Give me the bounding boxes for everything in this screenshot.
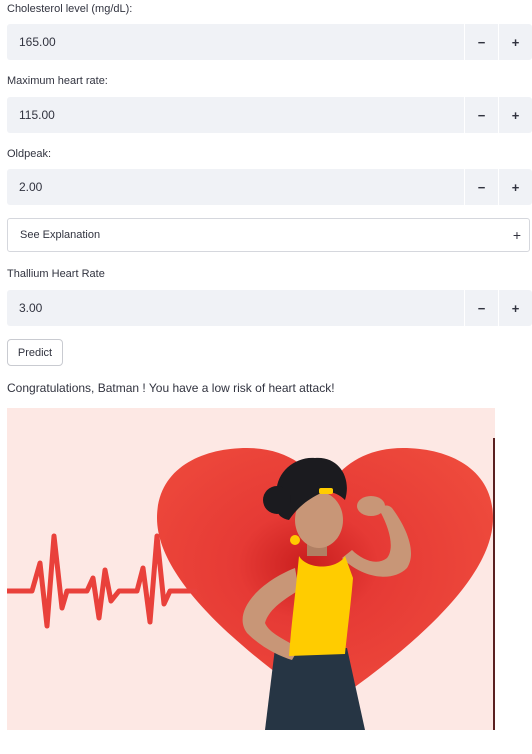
predict-button[interactable]: Predict — [7, 339, 63, 366]
thallium-decrement-button[interactable]: − — [464, 290, 498, 326]
cholesterol-label: Cholesterol level (mg/dL): — [7, 3, 133, 15]
oldpeak-label: Oldpeak: — [7, 148, 52, 160]
cholesterol-number-input: 165.00 − + — [7, 24, 532, 60]
oldpeak-number-input: 2.00 − + — [7, 169, 532, 205]
fist-shape — [357, 496, 385, 516]
expand-plus-icon: + — [512, 227, 521, 243]
cholesterol-increment-button[interactable]: + — [498, 24, 532, 60]
max-heart-rate-input[interactable]: 115.00 — [7, 97, 464, 133]
cholesterol-input[interactable]: 165.00 — [7, 24, 464, 60]
thallium-input[interactable]: 3.00 — [7, 290, 464, 326]
hair-bun-shape — [263, 486, 291, 514]
max-heart-rate-number-input: 115.00 − + — [7, 97, 532, 133]
max-heart-rate-label: Maximum heart rate: — [7, 75, 108, 87]
yellow-top-shape — [289, 556, 353, 656]
see-explanation-expander[interactable]: See Explanation + — [7, 218, 530, 252]
illustration-edge — [493, 438, 495, 730]
earring-shape — [290, 535, 300, 545]
heart-health-illustration — [7, 408, 495, 730]
thallium-label: Thallium Heart Rate — [7, 268, 105, 280]
thallium-number-input: 3.00 − + — [7, 290, 532, 326]
oldpeak-decrement-button[interactable]: − — [464, 169, 498, 205]
max-heart-rate-decrement-button[interactable]: − — [464, 97, 498, 133]
result-message: Congratulations, Batman ! You have a low… — [7, 381, 335, 395]
max-heart-rate-increment-button[interactable]: + — [498, 97, 532, 133]
expander-label: See Explanation — [20, 229, 101, 241]
headband-shape — [319, 488, 333, 494]
cholesterol-decrement-button[interactable]: − — [464, 24, 498, 60]
oldpeak-input[interactable]: 2.00 — [7, 169, 464, 205]
thallium-increment-button[interactable]: + — [498, 290, 532, 326]
oldpeak-increment-button[interactable]: + — [498, 169, 532, 205]
